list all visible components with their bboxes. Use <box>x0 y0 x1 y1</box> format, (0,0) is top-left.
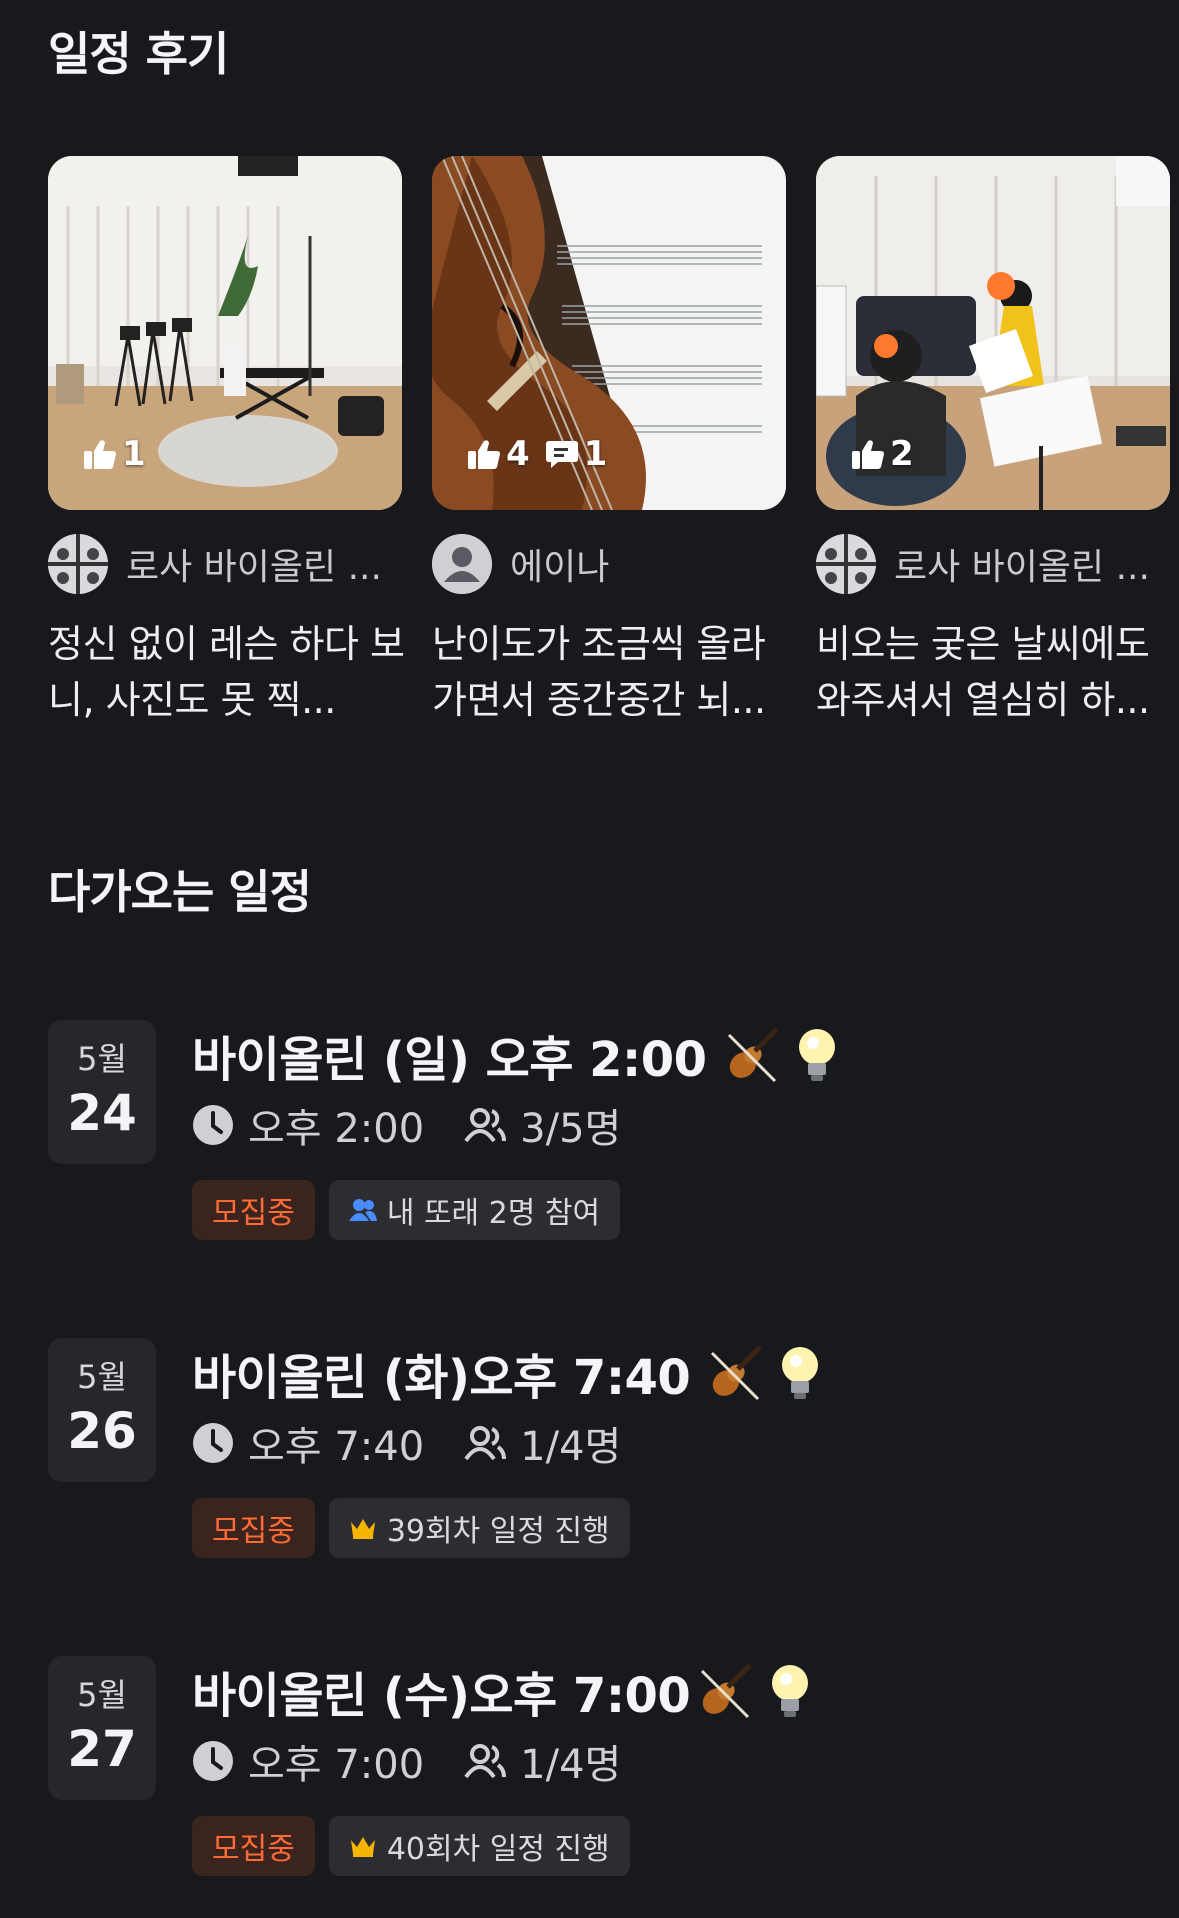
info-badge: 내 또래 2명 참여 <box>328 1180 621 1240</box>
info-badge-text: 내 또래 2명 참여 <box>386 1196 601 1231</box>
light-bulb-icon <box>778 1345 822 1401</box>
section-title-reviews: 일정 후기 <box>48 27 229 81</box>
event-title: 바이올린 (일) 오후 2:00 <box>192 1020 839 1090</box>
event-meta: 오후 7:00 1/4명 <box>192 1732 621 1790</box>
event-time-text: 오후 2:00 <box>248 1106 425 1152</box>
review-photo: 1 <box>48 156 402 510</box>
people-outline-icon <box>464 1426 507 1461</box>
like-count: 4 <box>506 434 530 474</box>
status-badge: 모집중 <box>192 1816 315 1876</box>
like-count: 2 <box>890 434 914 474</box>
event-title-text: 바이올린 (수)오후 7:00 <box>192 1668 691 1724</box>
thumbs-up-icon <box>84 440 116 469</box>
info-badge: 40회차 일정 진행 <box>328 1816 630 1876</box>
event-time: 오후 2:00 <box>192 1096 424 1154</box>
event-badges: 모집중 내 또래 2명 참여 <box>192 1180 621 1240</box>
event-members-text: 3/5명 <box>520 1106 622 1152</box>
event-day: 26 <box>67 1402 137 1460</box>
like-count: 1 <box>122 434 146 474</box>
comment-count: 1 <box>583 434 608 474</box>
clock-icon <box>193 1423 233 1463</box>
violin-icon <box>704 1343 764 1403</box>
event-badges: 모집중 39회차 일정 진행 <box>192 1498 630 1558</box>
event-members: 1/4명 <box>464 1732 621 1790</box>
light-bulb-icon <box>768 1663 812 1719</box>
comment-icon <box>545 441 578 468</box>
review-stats: 2 <box>852 434 914 474</box>
event-members: 1/4명 <box>464 1414 621 1472</box>
event-date: 5월 26 <box>48 1338 156 1482</box>
like-stat: 4 <box>468 434 530 474</box>
event-date: 5월 27 <box>48 1656 156 1800</box>
people-outline-icon <box>464 1744 507 1779</box>
review-card[interactable]: 1 로사 바이올린 ... 정신 없이 레슨 하다 보니, 사진도 못 찍... <box>48 156 405 728</box>
clock-icon <box>193 1741 233 1781</box>
event-members: 3/5명 <box>464 1096 621 1154</box>
info-badge-text: 40회차 일정 진행 <box>386 1832 610 1867</box>
event-time-text: 오후 7:40 <box>248 1424 425 1470</box>
like-stat: 1 <box>84 434 146 474</box>
review-text: 비오는 궂은 날씨에도 와주셔서 열심히 하... <box>816 622 1150 722</box>
people-icon <box>348 1199 377 1221</box>
event-members-text: 1/4명 <box>520 1742 622 1788</box>
event-date: 5월 24 <box>48 1020 156 1164</box>
review-stats: 4 1 <box>468 434 607 474</box>
event-month: 5월 <box>77 1040 127 1078</box>
event-badges: 모집중 40회차 일정 진행 <box>192 1816 630 1876</box>
review-card[interactable]: 4 1 에이나 난이도가 조금씩 올라 가면서 중간중간 뇌... <box>432 156 786 728</box>
review-text: 난이도가 조금씩 올라 가면서 중간중간 뇌... <box>432 622 766 722</box>
review-author: 에이나 <box>432 534 786 594</box>
event-month: 5월 <box>77 1358 127 1396</box>
violin-icon <box>721 1025 781 1085</box>
event-day: 27 <box>67 1720 137 1778</box>
author-name: 에이나 <box>510 547 610 588</box>
info-badge: 39회차 일정 진행 <box>328 1498 630 1558</box>
event-time: 오후 7:00 <box>192 1732 424 1790</box>
event-title-text: 바이올린 (일) 오후 2:00 <box>192 1032 707 1088</box>
thumbs-up-icon <box>468 440 500 469</box>
event-meta: 오후 2:00 3/5명 <box>192 1096 621 1154</box>
event-month: 5월 <box>77 1676 127 1714</box>
author-avatar <box>48 534 108 594</box>
violin-icon <box>694 1661 754 1721</box>
event-title: 바이올린 (수)오후 7:00 <box>192 1656 812 1726</box>
status-badge: 모집중 <box>192 1498 315 1558</box>
clock-icon <box>193 1105 233 1145</box>
event-time-text: 오후 7:00 <box>248 1742 425 1788</box>
author-avatar <box>816 534 876 594</box>
event-day: 24 <box>67 1084 137 1142</box>
event-time: 오후 7:40 <box>192 1414 424 1472</box>
review-card[interactable]: 2 로사 바이올린 ... 비오는 궂은 날씨에도 와주셔서 열심히 하... <box>816 156 1170 728</box>
review-author: 로사 바이올린 ... <box>816 534 1170 594</box>
comment-stat: 1 <box>545 434 608 474</box>
event-title-text: 바이올린 (화)오후 7:40 <box>192 1350 691 1406</box>
event-members-text: 1/4명 <box>520 1424 622 1470</box>
author-name: 로사 바이올린 ... <box>126 547 382 588</box>
review-author: 로사 바이올린 ... <box>48 534 402 594</box>
review-stats: 1 <box>84 434 146 474</box>
default-avatar-icon <box>432 534 492 594</box>
like-stat: 2 <box>852 434 914 474</box>
section-title-upcoming: 다가오는 일정 <box>48 865 312 919</box>
light-bulb-icon <box>795 1027 839 1083</box>
people-outline-icon <box>464 1108 507 1143</box>
review-text: 정신 없이 레슨 하다 보니, 사진도 못 찍... <box>48 622 405 722</box>
author-name: 로사 바이올린 ... <box>894 547 1150 588</box>
review-photo: 2 <box>816 156 1170 510</box>
crown-icon <box>350 1837 375 1857</box>
event-item[interactable]: 5월 26 바이올린 (화)오후 7:40 오후 7:40 1/4명 모집중 3… <box>48 1338 1148 1558</box>
info-badge-text: 39회차 일정 진행 <box>386 1514 610 1549</box>
event-item[interactable]: 5월 27 바이올린 (수)오후 7:00 오후 7:00 1/4명 모집중 4… <box>48 1656 1148 1876</box>
review-photo: 4 1 <box>432 156 786 510</box>
crown-icon <box>350 1519 375 1539</box>
status-badge: 모집중 <box>192 1180 315 1240</box>
event-item[interactable]: 5월 24 바이올린 (일) 오후 2:00 오후 2:00 3/5명 모집중 … <box>48 1020 1148 1240</box>
event-title: 바이올린 (화)오후 7:40 <box>192 1338 822 1408</box>
event-meta: 오후 7:40 1/4명 <box>192 1414 621 1472</box>
thumbs-up-icon <box>852 440 884 469</box>
